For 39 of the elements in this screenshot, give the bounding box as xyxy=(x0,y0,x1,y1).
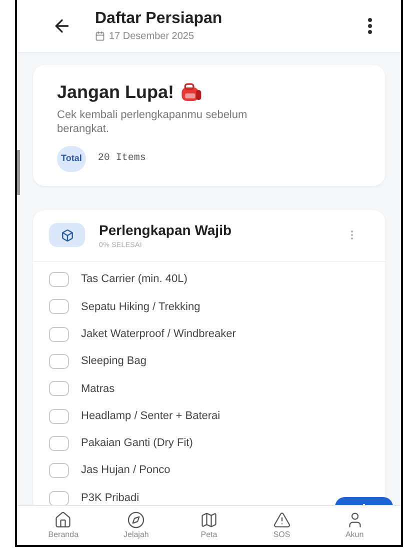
summary-description: Cek kembali perlengkapanmu sebelum berangkat. xyxy=(57,108,248,136)
checkbox[interactable] xyxy=(49,381,69,396)
checkbox[interactable] xyxy=(49,436,69,451)
checkbox[interactable] xyxy=(49,354,69,370)
checklist-item-label: P3K Pribadi xyxy=(81,490,140,506)
total-badge: Total xyxy=(57,146,86,172)
checkbox[interactable] xyxy=(49,408,69,424)
checklist-item-label: Sleeping Bag xyxy=(81,354,146,370)
more-icon xyxy=(368,18,372,34)
date-text: 17 Desember 2025 xyxy=(109,30,194,44)
checkbox[interactable] xyxy=(49,272,69,288)
checklist-item-label: Jaket Waterproof / Windbreaker xyxy=(81,326,236,342)
checkbox[interactable] xyxy=(49,490,69,506)
checklist-item-label: Jas Hujan / Ponco xyxy=(81,463,170,478)
checkbox[interactable] xyxy=(49,299,69,314)
box-icon xyxy=(49,223,85,248)
checklist-item-label: Pakaian Ganti (Dry Fit) xyxy=(81,436,193,452)
nav-item[interactable]: SOS xyxy=(256,510,307,540)
checklist-item-label: Tas Carrier (min. 40L) xyxy=(81,272,188,288)
nav-item[interactable]: Peta xyxy=(184,510,234,540)
scroll-indicator xyxy=(17,150,20,195)
alert-icon xyxy=(272,510,291,528)
checklist-item-label: Matras xyxy=(81,382,115,397)
page-title: Daftar Persiapan xyxy=(95,8,224,28)
nav-item[interactable]: Jelajah xyxy=(111,510,162,540)
explore-icon xyxy=(127,510,146,528)
checklist-item-label: Headlamp / Senter + Baterai xyxy=(81,408,220,424)
nav-item[interactable]: Beranda xyxy=(38,510,88,540)
map-icon xyxy=(200,510,218,528)
nav-item[interactable]: Akun xyxy=(330,510,380,540)
total-count: 20 Items xyxy=(98,152,146,166)
category-title: Perlengkapan Wajib xyxy=(99,220,233,240)
checklist-item-label: Sepatu Hiking / Trekking xyxy=(81,300,200,315)
summary-title: Jangan Lupa! xyxy=(57,81,174,104)
calendar-icon xyxy=(95,31,105,41)
checkbox[interactable] xyxy=(49,326,69,342)
checkbox[interactable] xyxy=(49,463,69,478)
backpack-icon xyxy=(180,83,202,102)
home-icon xyxy=(54,510,72,528)
